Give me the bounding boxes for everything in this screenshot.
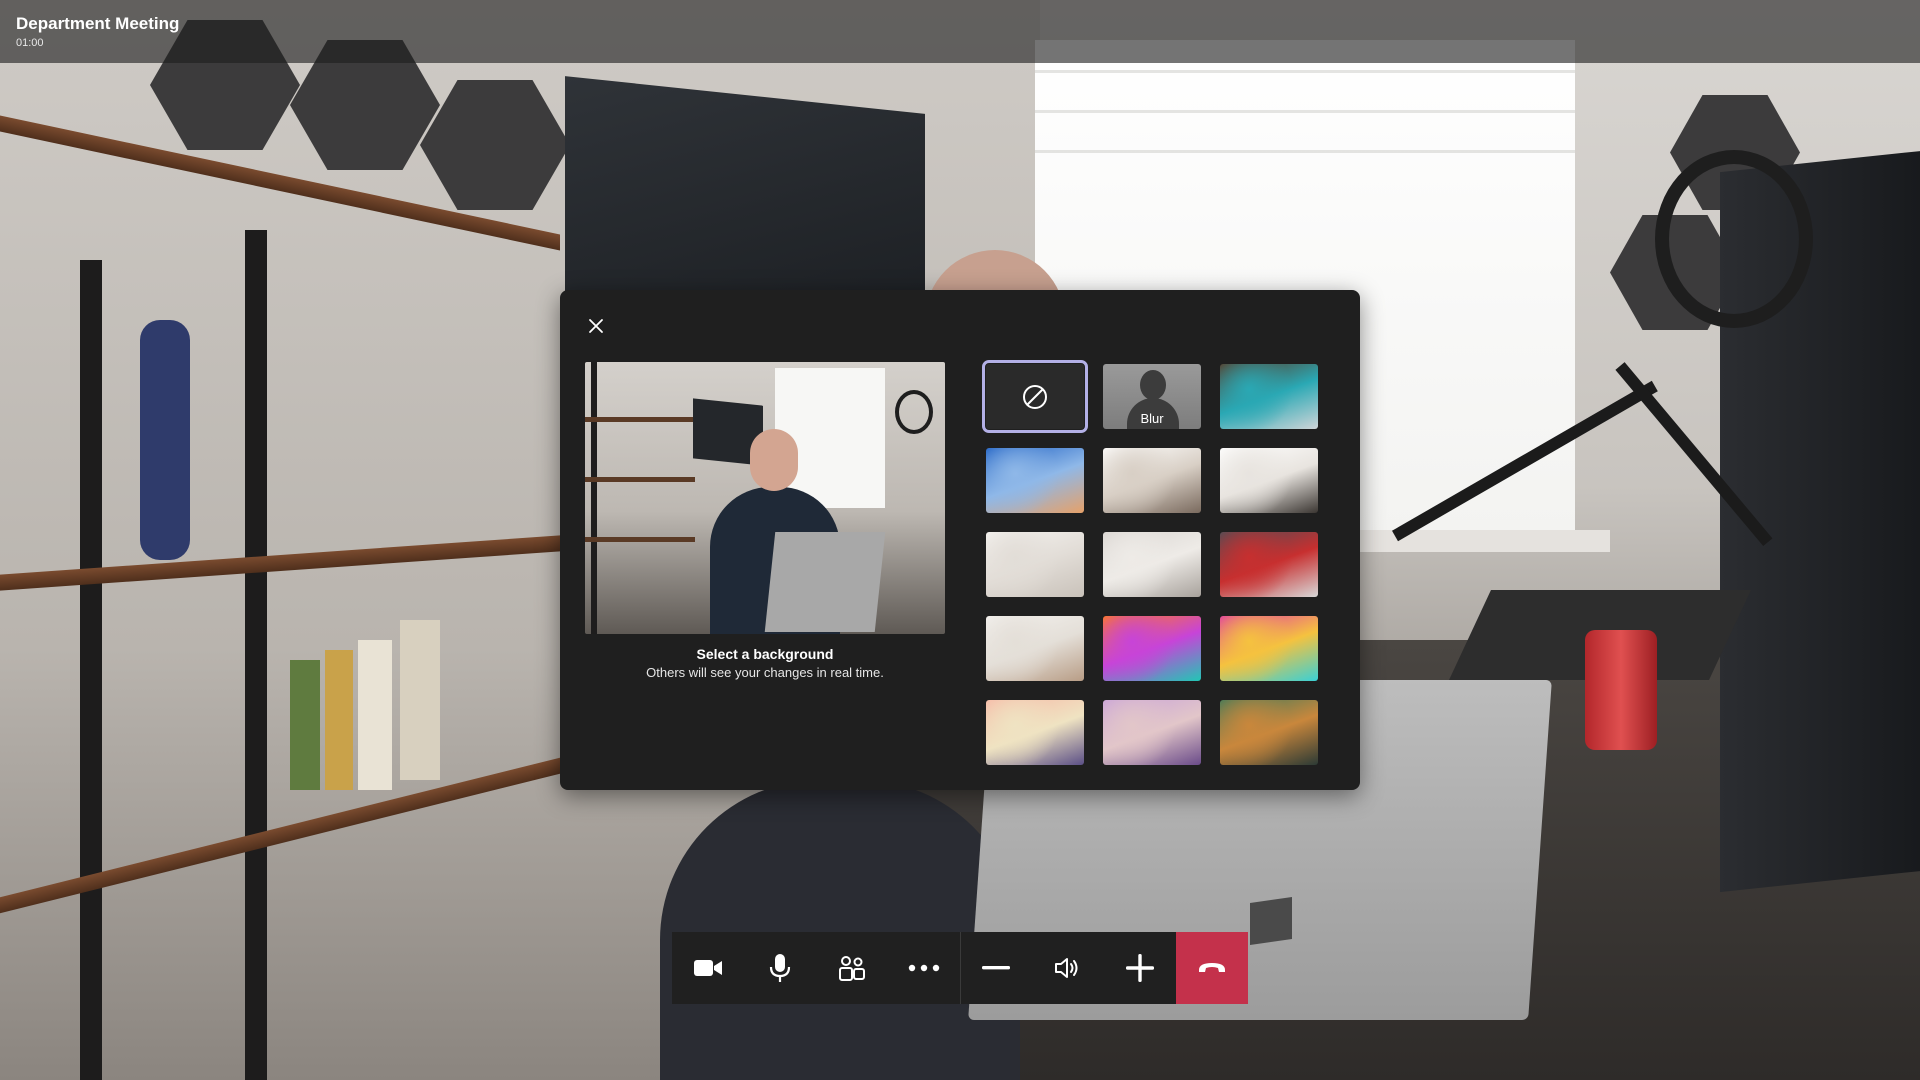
no-background-icon xyxy=(1023,384,1047,409)
figure xyxy=(140,320,190,560)
shelf-post xyxy=(80,260,102,1080)
laptop-logo xyxy=(1250,897,1292,945)
plus-icon xyxy=(1126,954,1155,982)
preview-shelf-post xyxy=(591,362,597,634)
meeting-title: Department Meeting xyxy=(16,14,180,33)
background-option-image[interactable] xyxy=(1220,700,1318,765)
video-camera-icon xyxy=(693,960,722,976)
background-settings-panel: Select a background Others will see your… xyxy=(560,290,1360,790)
background-option-image[interactable] xyxy=(986,532,1084,597)
background-option-image[interactable] xyxy=(986,616,1084,681)
background-option-none[interactable] xyxy=(982,360,1088,433)
volume-down-button[interactable] xyxy=(961,932,1033,1004)
book xyxy=(400,620,440,780)
volume-button[interactable] xyxy=(1032,932,1104,1004)
meeting-header: Department Meeting 01:00 xyxy=(0,0,1920,63)
background-option-image[interactable] xyxy=(986,448,1084,513)
drink-can xyxy=(1585,630,1657,750)
background-option-image[interactable] xyxy=(1220,364,1318,429)
camera-preview xyxy=(585,362,945,634)
more-options-button[interactable] xyxy=(888,932,960,1004)
call-controls-bar xyxy=(672,932,1248,1004)
preview-person-head xyxy=(750,429,798,491)
background-option-image[interactable] xyxy=(1220,532,1318,597)
background-option-blur[interactable]: Blur xyxy=(1103,364,1201,429)
blind-slat xyxy=(1035,150,1575,153)
preview-shelf xyxy=(585,477,695,482)
hang-up-icon xyxy=(1199,963,1226,972)
blur-label: Blur xyxy=(1140,411,1164,426)
blur-silhouette-head xyxy=(1140,370,1166,400)
background-option-image[interactable] xyxy=(1103,532,1201,597)
background-option-image[interactable] xyxy=(1220,448,1318,513)
close-icon xyxy=(589,319,603,333)
preview-title: Select a background xyxy=(696,646,834,662)
background-option-image[interactable] xyxy=(1103,616,1201,681)
book xyxy=(325,650,353,790)
speaker-icon xyxy=(1055,958,1078,978)
camera-button[interactable] xyxy=(672,932,744,1004)
background-option-image[interactable] xyxy=(986,700,1084,765)
preview-shelf xyxy=(585,537,695,542)
book xyxy=(358,640,392,790)
background-options-grid: Blur xyxy=(982,360,1332,765)
meeting-timer: 01:00 xyxy=(16,37,44,49)
person xyxy=(660,780,1020,1080)
blind-slat xyxy=(1035,70,1575,73)
shelf-post xyxy=(245,230,267,1080)
microphone-icon xyxy=(769,954,790,982)
book xyxy=(290,660,320,790)
participants-button[interactable] xyxy=(816,932,888,1004)
preview-subtitle: Others will see your changes in real tim… xyxy=(646,665,884,680)
hang-up-button[interactable] xyxy=(1176,932,1248,1004)
volume-up-button[interactable] xyxy=(1104,932,1176,1004)
close-button[interactable] xyxy=(582,312,610,340)
blind-slat xyxy=(1035,110,1575,113)
preview-shelf xyxy=(585,417,695,422)
preview-laptop xyxy=(764,532,886,632)
microphone-button[interactable] xyxy=(744,932,816,1004)
people-icon xyxy=(838,956,865,981)
background-option-image[interactable] xyxy=(1103,700,1201,765)
preview-ring-light xyxy=(895,390,933,434)
more-icon xyxy=(908,964,939,972)
background-option-image[interactable] xyxy=(1103,448,1201,513)
ring-light xyxy=(1655,150,1813,328)
background-option-image[interactable] xyxy=(1220,616,1318,681)
minus-icon xyxy=(982,966,1011,970)
